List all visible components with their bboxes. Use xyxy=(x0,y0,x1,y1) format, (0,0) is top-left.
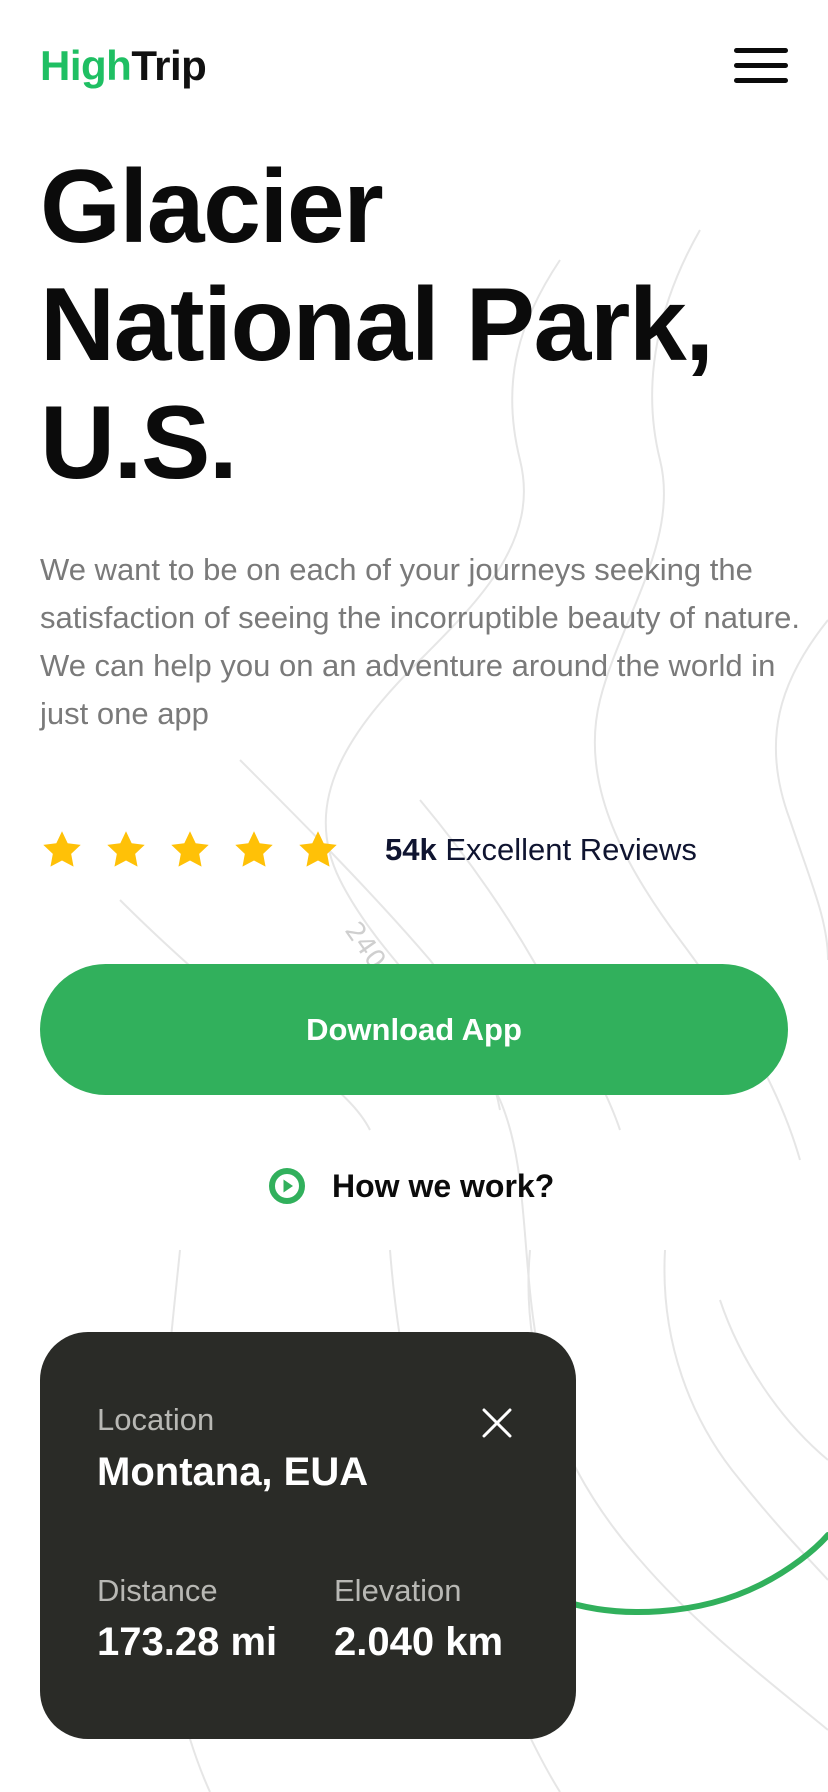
title-line: National Park, xyxy=(40,267,714,383)
page: 240 HighTrip Glacier National Park, U.S.… xyxy=(0,0,828,1792)
header: HighTrip xyxy=(40,40,788,96)
how-we-work-link[interactable]: How we work? xyxy=(268,1165,588,1207)
star-icon xyxy=(296,828,340,872)
close-icon[interactable] xyxy=(480,1406,514,1440)
star-icon xyxy=(104,828,148,872)
elevation-value: 2.040 km xyxy=(334,1620,504,1664)
page-title: Glacier National Park, U.S. xyxy=(40,148,800,502)
location-label: Location xyxy=(97,1402,215,1437)
star-icon xyxy=(40,828,84,872)
download-app-button[interactable]: Download App xyxy=(40,964,788,1095)
review-label: Excellent Reviews xyxy=(445,832,697,867)
star-icon xyxy=(168,828,212,872)
logo-trip: Trip xyxy=(131,42,207,89)
menu-bar xyxy=(734,48,788,53)
menu-bar xyxy=(734,78,788,83)
location-info-card: Location Montana, EUA Distance 173.28 mi… xyxy=(40,1332,576,1739)
elevation-label: Elevation xyxy=(334,1573,462,1608)
title-line: U.S. xyxy=(40,385,238,501)
location-value: Montana, EUA xyxy=(97,1450,369,1494)
reviews-summary: 54k Excellent Reviews xyxy=(385,832,697,868)
hero-description: We want to be on each of your journeys s… xyxy=(40,552,800,731)
rating: 54k Excellent Reviews xyxy=(40,828,800,872)
distance-label: Distance xyxy=(97,1573,218,1608)
play-icon xyxy=(268,1167,306,1205)
menu-bar xyxy=(734,63,788,68)
logo-high: High xyxy=(40,42,132,89)
logo[interactable]: HighTrip xyxy=(40,42,207,90)
hamburger-menu-icon[interactable] xyxy=(734,46,788,86)
title-line: Glacier xyxy=(40,149,384,265)
star-icon xyxy=(232,828,276,872)
review-count: 54k xyxy=(385,832,437,867)
distance-value: 173.28 mi xyxy=(97,1620,278,1664)
how-we-work-label: How we work? xyxy=(332,1167,555,1204)
